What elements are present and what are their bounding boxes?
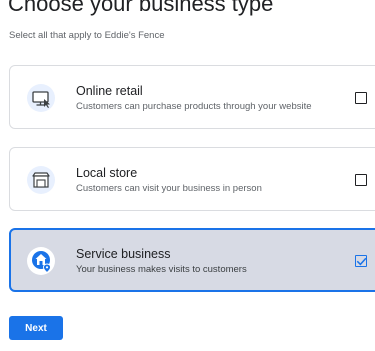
option-title: Local store xyxy=(76,166,138,180)
page-title: Choose your business type xyxy=(8,0,274,16)
option-description: Customers can purchase products through … xyxy=(76,101,312,112)
page-subtitle: Select all that apply to Eddie's Fence xyxy=(9,30,165,41)
service-business-checkbox[interactable] xyxy=(355,255,367,267)
option-title: Online retail xyxy=(76,84,143,98)
option-description: Your business makes visits to customers xyxy=(76,264,247,275)
option-description: Customers can visit your business in per… xyxy=(76,183,262,194)
local-store-checkbox[interactable] xyxy=(355,174,367,186)
storefront-icon xyxy=(27,166,55,194)
option-title: Service business xyxy=(76,247,171,261)
home-pin-icon xyxy=(27,247,55,275)
online-retail-icon xyxy=(27,84,55,112)
checkmark-icon xyxy=(356,257,367,266)
online-retail-checkbox[interactable] xyxy=(355,92,367,104)
option-online-retail[interactable]: Online retail Customers can purchase pro… xyxy=(9,65,375,129)
option-local-store[interactable]: Local store Customers can visit your bus… xyxy=(9,147,375,211)
option-service-business[interactable]: Service business Your business makes vis… xyxy=(9,228,375,292)
next-button[interactable]: Next xyxy=(9,316,63,340)
business-type-page: Choose your business type Select all tha… xyxy=(0,0,375,351)
